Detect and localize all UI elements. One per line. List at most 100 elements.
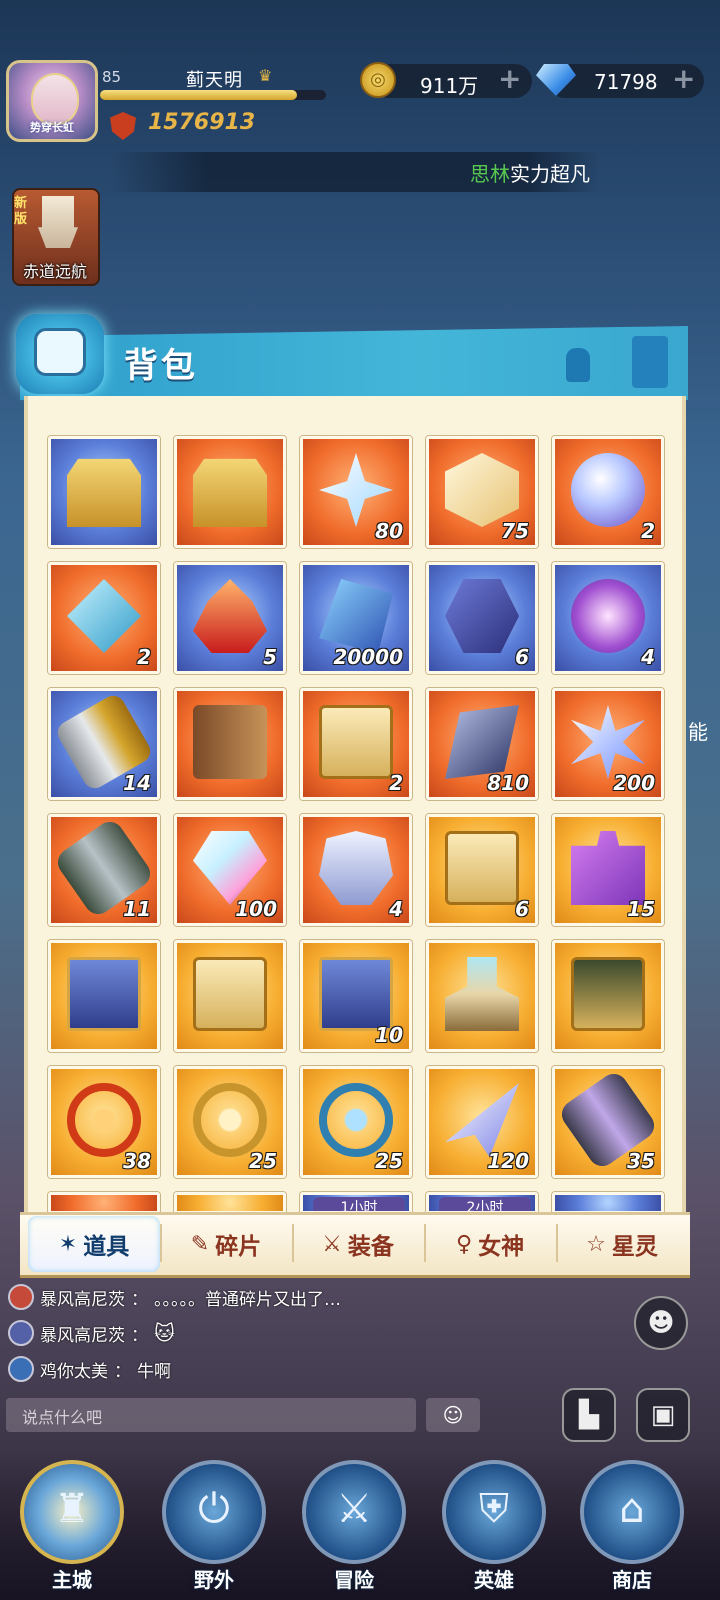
main-city-icon: ♜: [54, 1486, 90, 1532]
ship-icon: [38, 196, 78, 248]
ranking-icon[interactable]: ▙: [562, 1388, 616, 1442]
inventory-slot[interactable]: [174, 940, 286, 1052]
avatar: [8, 1356, 34, 1382]
item-count: 25: [375, 1149, 403, 1173]
inventory-slot[interactable]: 120: [426, 1066, 538, 1178]
avatar-portrait: [31, 73, 79, 125]
item-count: 11: [123, 897, 151, 921]
tab-fragment[interactable]: ✎ 碎片: [162, 1214, 290, 1274]
add-gems-button[interactable]: +: [672, 62, 695, 95]
tab-star-spirit[interactable]: ☆ 星灵: [558, 1214, 686, 1274]
tab-equipment[interactable]: ⚔ 装备: [294, 1214, 422, 1274]
combat-power: 1576913: [148, 110, 256, 135]
purple-box-icon: [319, 957, 393, 1031]
inventory-slot[interactable]: [426, 940, 538, 1052]
add-gold-button[interactable]: +: [498, 62, 521, 95]
inventory-slot[interactable]: 5: [174, 562, 286, 674]
tab-props[interactable]: ✶ 道具: [30, 1214, 158, 1274]
nav-heroes-button[interactable]: ⛨: [442, 1460, 546, 1564]
inventory-slot[interactable]: 15: [552, 814, 664, 926]
item-count: 80: [375, 519, 403, 543]
inventory-slot[interactable]: 1小时: [300, 1192, 412, 1214]
inventory-slot[interactable]: 25: [300, 1066, 412, 1178]
xp-bar: [100, 90, 326, 100]
inventory-slot[interactable]: 14: [48, 688, 160, 800]
orb-altar-icon: [445, 957, 519, 1031]
inventory-slot[interactable]: [552, 1192, 664, 1214]
inventory-slot[interactable]: 75: [426, 436, 538, 548]
golden-chest-icon: [67, 458, 141, 527]
inventory-slot[interactable]: [174, 1192, 286, 1214]
blue-box-icon: [67, 957, 141, 1031]
gold-amount: 911万: [420, 74, 479, 98]
inventory-slot[interactable]: 810: [426, 688, 538, 800]
nav-main-city-button[interactable]: ♜: [20, 1460, 124, 1564]
goddess-tab-icon: ♀: [455, 1231, 473, 1257]
bag-shortcut-icon[interactable]: ▣: [636, 1388, 690, 1442]
nav-adventure-button[interactable]: ⚔: [302, 1460, 406, 1564]
item-count: 25: [249, 1149, 277, 1173]
inventory-slot[interactable]: [48, 940, 160, 1052]
inventory-slot[interactable]: 20000: [300, 562, 412, 674]
inventory-slot[interactable]: 2: [552, 436, 664, 548]
dark-shard-icon: [445, 705, 519, 779]
inventory-slot[interactable]: 38: [48, 1066, 160, 1178]
player-avatar[interactable]: 势穿长虹: [6, 60, 98, 142]
item-count: 14: [123, 771, 151, 795]
item-count: 6: [515, 897, 529, 921]
crystal-orb-icon: [571, 453, 645, 527]
side-cut-text: 能: [688, 720, 708, 744]
nav-shop-button[interactable]: ⌂: [580, 1460, 684, 1564]
friends-icon[interactable]: ☻: [634, 1296, 688, 1350]
avatar-title: 势穿长虹: [30, 121, 74, 134]
emoji-button[interactable]: ☺: [426, 1398, 480, 1432]
red-chest-icon: [193, 458, 267, 527]
nav-label: 商店: [612, 1568, 652, 1592]
tab-label: 星灵: [611, 1234, 658, 1260]
tab-divider: [160, 1224, 162, 1262]
item-count: 6: [515, 645, 529, 669]
wild-icon: ⏻: [198, 1486, 230, 1532]
new-version-badge: 新版: [14, 196, 28, 227]
ship-wheel-icon: [319, 1083, 393, 1157]
inventory-slot[interactable]: 25: [174, 1066, 286, 1178]
hero-card-plus-icon: [445, 831, 519, 905]
inventory-slot[interactable]: [174, 436, 286, 548]
inventory-slot[interactable]: 80: [300, 436, 412, 548]
inventory-slot[interactable]: 11: [48, 814, 160, 926]
item-count: 810: [487, 771, 529, 795]
inventory-slot[interactable]: 2: [48, 562, 160, 674]
chat-message: 鸡你太美 ： 牛啊: [8, 1354, 171, 1384]
nav-wild-button[interactable]: ⏻: [162, 1460, 266, 1564]
item-count: 15: [627, 897, 655, 921]
inventory-slot[interactable]: 6: [426, 562, 538, 674]
chat-message: 暴风高尼茨 ： 🐱: [8, 1318, 175, 1348]
inventory-slot[interactable]: 10: [300, 940, 412, 1052]
item-count: 2: [137, 645, 151, 669]
inventory-slot[interactable]: 2: [300, 688, 412, 800]
inventory-slot[interactable]: [48, 436, 160, 548]
inventory-slot[interactable]: [552, 940, 664, 1052]
shop-icon: ⌂: [619, 1486, 645, 1532]
inventory-slot[interactable]: 4: [552, 562, 664, 674]
chat-text: 。。。。。普通碎片又出了…: [154, 1289, 341, 1310]
item-count: 20000: [333, 645, 403, 669]
tab-goddess[interactable]: ♀ 女神: [426, 1214, 554, 1274]
inventory-slot[interactable]: 2小时: [426, 1192, 538, 1214]
chat-colon: ：: [114, 1361, 131, 1382]
xp-bar-fill: [100, 90, 297, 100]
player-level: 85: [102, 68, 122, 86]
inventory-slot[interactable]: 200: [552, 688, 664, 800]
inventory-slot[interactable]: 6: [426, 814, 538, 926]
inventory-slot[interactable]: [174, 688, 286, 800]
tab-label: 装备: [347, 1234, 394, 1260]
crown-icon: ♛: [258, 66, 273, 85]
ticker-text: 思林实力超凡: [470, 158, 590, 187]
chat-colon: ：: [131, 1289, 148, 1310]
hero-card-icon: [319, 705, 393, 779]
inventory-slot[interactable]: [48, 1192, 160, 1214]
inventory-slot[interactable]: 35: [552, 1066, 664, 1178]
chat-text: 牛啊: [137, 1361, 171, 1382]
inventory-slot[interactable]: 100: [174, 814, 286, 926]
inventory-slot[interactable]: 4: [300, 814, 412, 926]
